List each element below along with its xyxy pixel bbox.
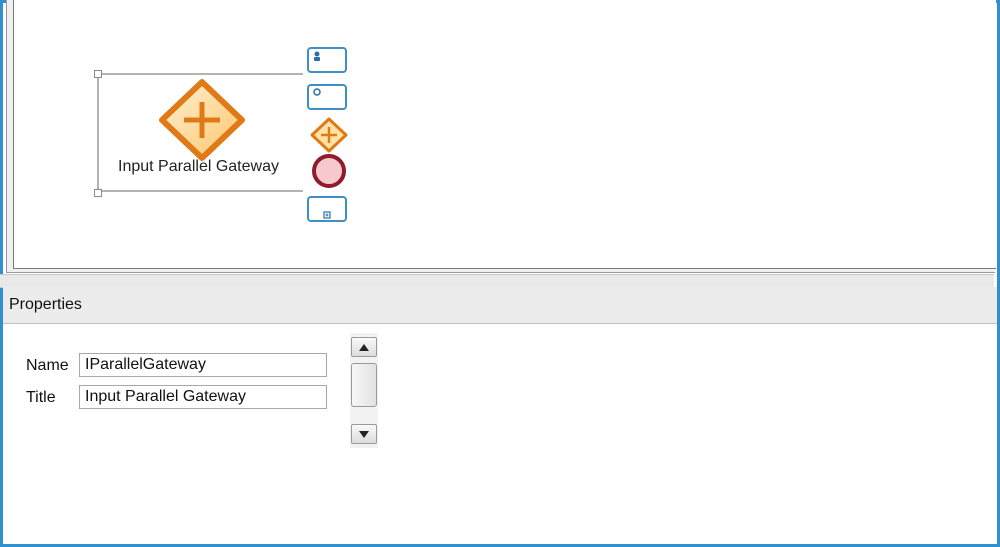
name-label: Name: [26, 357, 69, 374]
properties-title: Properties: [9, 296, 82, 313]
title-label: Title: [26, 389, 56, 406]
arrow-up-icon: [359, 343, 369, 351]
scroll-up-button[interactable]: [351, 337, 377, 357]
properties-header: [3, 287, 997, 324]
arrow-down-icon: [359, 430, 369, 438]
parallel-gateway-icon[interactable]: [310, 117, 348, 153]
scroll-down-button[interactable]: [351, 424, 377, 444]
resize-handle-bottom-left[interactable]: [94, 189, 102, 197]
subprocess-icon: [323, 211, 331, 219]
user-task-icon: [314, 51, 320, 61]
palette-user-task-button[interactable]: [307, 47, 347, 73]
palette-subprocess-button[interactable]: [307, 196, 347, 222]
scroll-thumb[interactable]: [351, 363, 377, 407]
timer-event-icon: [313, 88, 321, 96]
palette-timer-event-button[interactable]: [307, 84, 347, 110]
name-field[interactable]: [79, 353, 327, 377]
gateway-label: Input Parallel Gateway: [118, 158, 279, 175]
end-event-icon[interactable]: [310, 153, 348, 189]
parallel-gateway-icon[interactable]: [158, 78, 246, 162]
title-field[interactable]: [79, 385, 327, 409]
resize-handle-top-left[interactable]: [94, 70, 102, 78]
panel-splitter[interactable]: [0, 274, 994, 288]
